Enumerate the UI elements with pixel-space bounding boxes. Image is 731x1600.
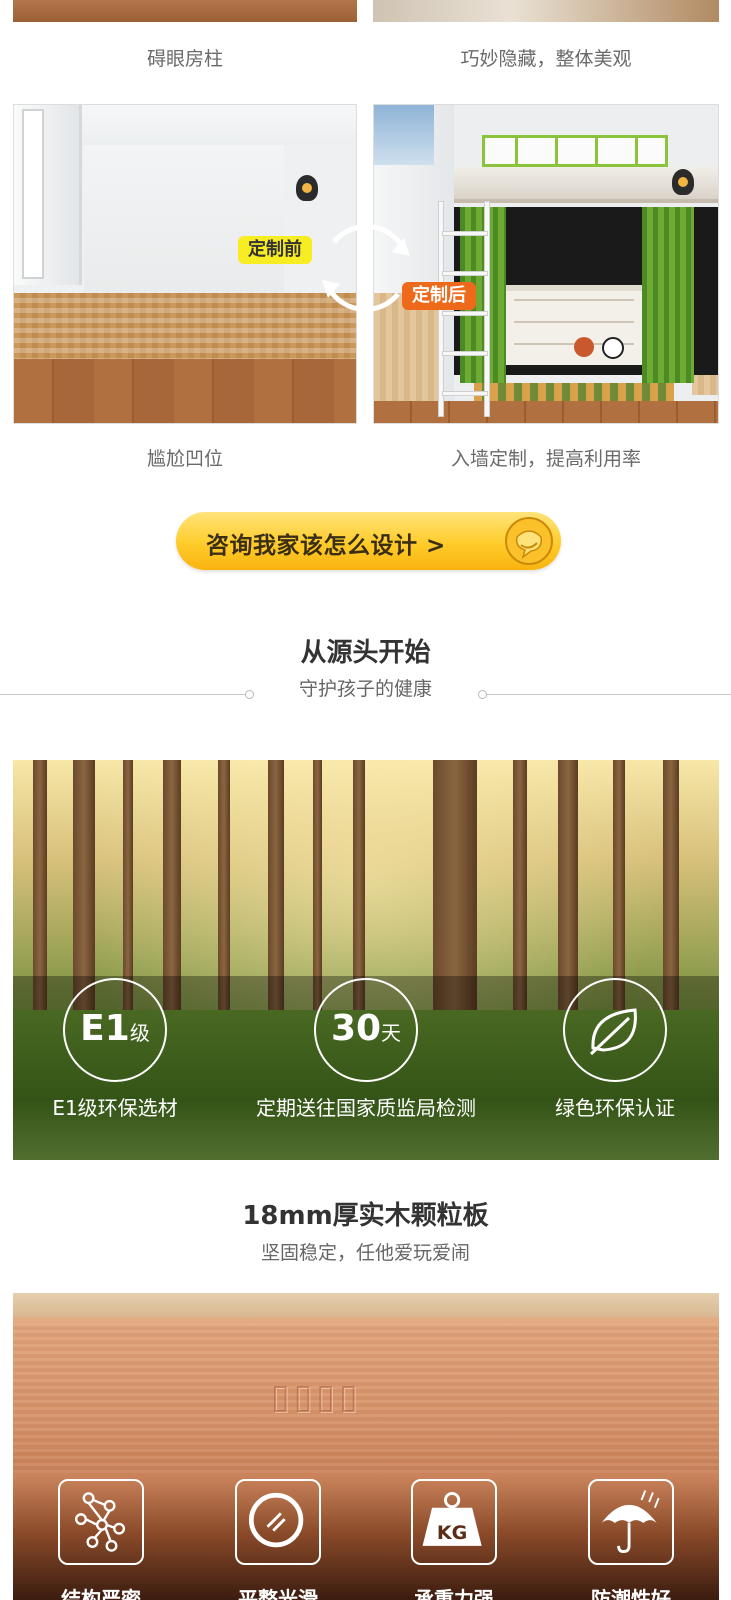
30-day-badge-text: 30 [330,1008,382,1049]
e1-badge-label: E1级环保选材 [52,1096,178,1120]
design-consult-button[interactable]: 咨询我家该怎么设计 > [176,512,561,570]
e1-badge-suffix: 级 [129,1021,150,1045]
leaf-icon [563,978,667,1082]
wall-sticker-icon [672,169,694,195]
after-customization-photo [373,104,719,424]
30-day-badge-label: 定期送往国家质监局检测 [256,1096,476,1120]
feature-label-moisture: 防潮性好 [591,1587,671,1600]
umbrella-rain-icon [588,1479,674,1565]
embossed-logo: ▯▯▯▯ [271,1377,362,1417]
before-label: 定制前 [238,236,312,264]
feature-label-structure: 结构严密 [61,1587,141,1600]
e1-grade-badge: E1级 [63,978,167,1082]
feature-label-load: 承重力强 [414,1587,494,1600]
chat-bubble-icon [505,517,553,565]
board-section-subtitle: 坚固稳定，任他爱玩爱闹 [260,1242,470,1264]
health-section-title: 从源头开始 [300,638,431,668]
top-left-caption: 碍眼房柱 [146,48,223,70]
kg-text: KG [437,1522,467,1544]
molecule-structure-icon [58,1479,144,1565]
top-right-caption: 巧妙隐藏，整体美观 [460,48,632,70]
30-day-badge: 30天 [314,978,418,1082]
wall-sticker-icon [296,175,318,201]
green-cert-label: 绿色环保认证 [555,1096,675,1120]
after-label: 定制后 [402,282,476,310]
feature-label-smooth: 平整光滑 [238,1587,318,1600]
particle-board-photo: ▯▯▯▯ KG 结构严密 平整光滑 承重力强 防潮性好 [13,1293,719,1600]
health-section-subtitle: 守护孩子的健康 [298,678,432,700]
compare-right-caption: 入墙定制，提高利用率 [450,448,641,470]
smooth-surface-icon [235,1479,321,1565]
weight-kg-icon: KG [411,1479,497,1565]
forest-banner: E1级 30天 E1级环保选材 定期送往国家质监局检测 绿色环保认证 [13,760,719,1160]
board-section-title: 18mm厚实木颗粒板 [242,1201,489,1231]
design-consult-label: 咨询我家该怎么设计 > [206,533,446,559]
green-top-shelf [482,135,668,167]
e1-badge-text: E1 [80,1008,130,1049]
divider-line-right [478,690,731,699]
compare-left-caption: 尴尬凹位 [146,448,223,470]
divider-line-left [0,690,254,699]
30-day-badge-suffix: 天 [381,1021,402,1045]
hidden-pillar-after-photo [373,0,719,22]
hidden-pillar-before-photo [13,0,357,22]
before-customization-photo [13,104,357,424]
soccer-ball-icon [602,337,624,359]
